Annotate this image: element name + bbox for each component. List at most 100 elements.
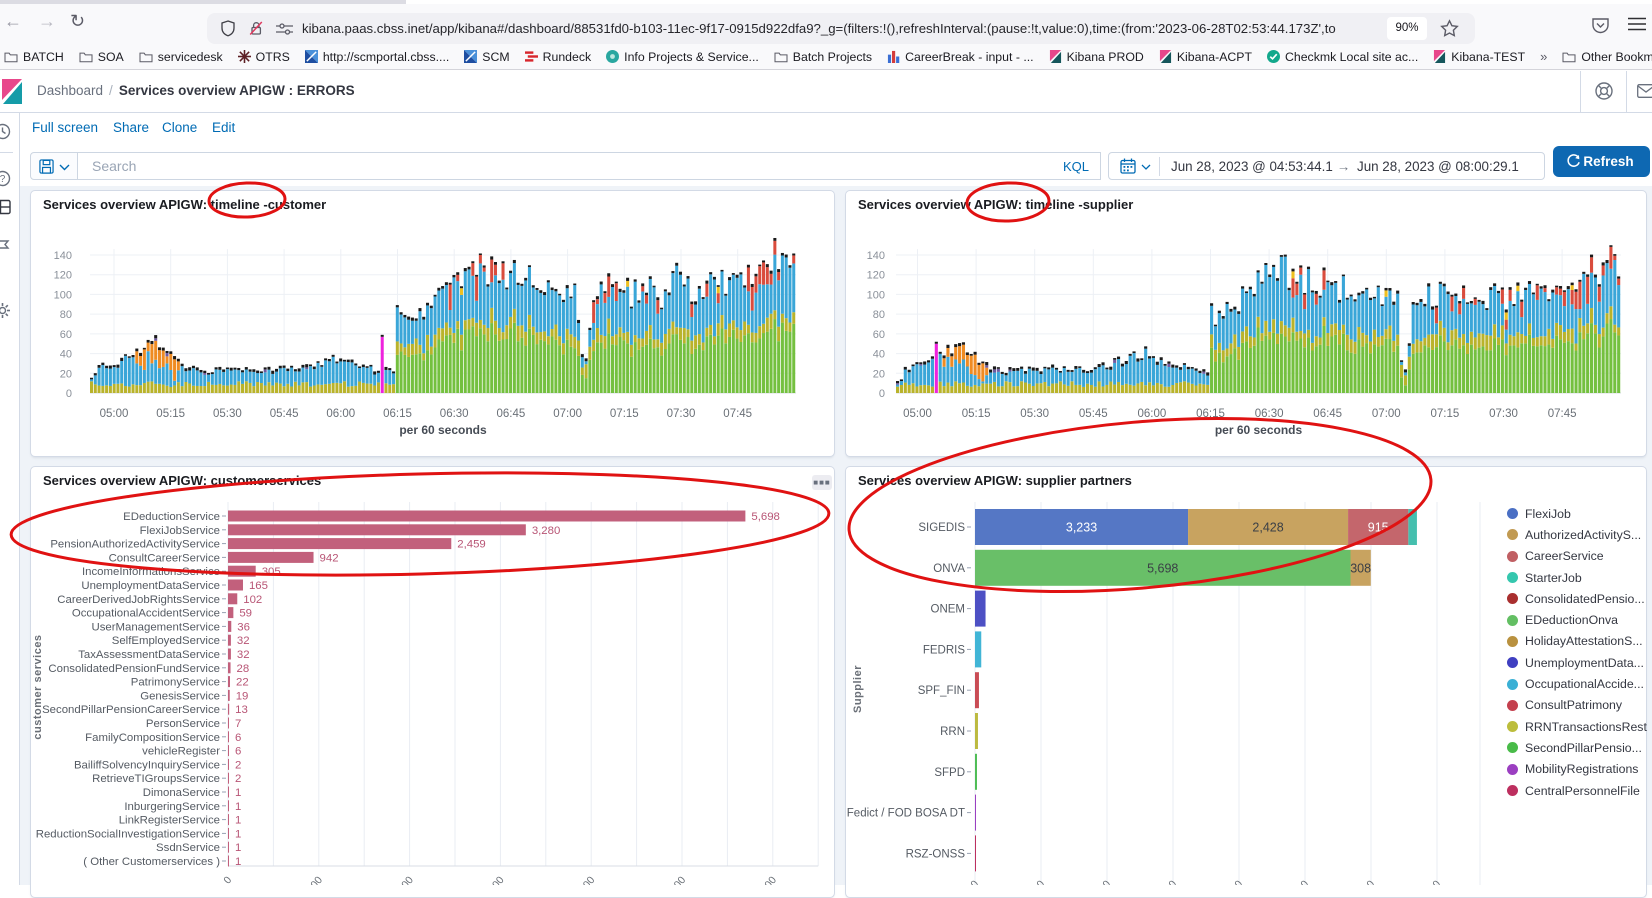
legend-dot bbox=[1507, 529, 1518, 540]
date-picker[interactable]: Jun 28, 2023 @ 04:53:44.1 → Jun 28, 2023… bbox=[1108, 152, 1545, 180]
panel-timeline-supplier: Services overview APIGW: timeline -suppl… bbox=[845, 190, 1647, 457]
bookmark-item[interactable]: BATCH bbox=[4, 50, 64, 64]
breadcrumb-current: Services overview APIGW : ERRORS bbox=[119, 83, 355, 98]
legend-dot bbox=[1507, 615, 1518, 626]
bookmark-item[interactable]: Checkmk Local site ac... bbox=[1267, 50, 1418, 64]
legend-item[interactable]: MobilityRegistrations bbox=[1507, 759, 1647, 780]
refresh-icon bbox=[1566, 154, 1581, 169]
bookmark-item[interactable]: Kibana PROD bbox=[1049, 50, 1144, 64]
bookmark-item[interactable]: OTRS bbox=[238, 50, 290, 64]
url-bar[interactable]: kibana.paas.cbss.inet/app/kibana#/dashbo… bbox=[207, 13, 1475, 44]
legend-item[interactable]: ConsultPatrimony bbox=[1507, 695, 1647, 716]
legend-dot bbox=[1507, 785, 1518, 796]
breadcrumb-dashboard[interactable]: Dashboard bbox=[37, 83, 103, 98]
legend-item[interactable]: ConsolidatedPensio... bbox=[1507, 588, 1647, 609]
panel-title[interactable]: Services overview APIGW: timeline -custo… bbox=[43, 197, 326, 212]
gear-icon[interactable] bbox=[0, 302, 11, 319]
time-from[interactable]: Jun 28, 2023 @ 04:53:44.1 bbox=[1171, 159, 1333, 174]
folder-icon bbox=[139, 51, 153, 63]
legend-dot bbox=[1507, 764, 1518, 775]
legend-dot bbox=[1507, 551, 1518, 562]
reload-icon[interactable]: ↻ bbox=[70, 11, 85, 32]
panel-options-icon[interactable]: ■■■ bbox=[812, 475, 832, 490]
back-icon[interactable]: ← bbox=[4, 11, 22, 32]
search-input[interactable] bbox=[77, 152, 1101, 180]
legend-dot bbox=[1507, 721, 1518, 732]
legend-item[interactable]: OccupationalAccide... bbox=[1507, 673, 1647, 694]
menu-icon[interactable] bbox=[1628, 17, 1646, 31]
lock-disabled-icon[interactable] bbox=[248, 20, 264, 37]
pocket-icon[interactable] bbox=[1590, 15, 1611, 36]
scm-icon bbox=[305, 50, 318, 63]
legend-item[interactable]: AuthorizedActivityS... bbox=[1507, 524, 1647, 545]
save-icon bbox=[39, 159, 54, 174]
kql-button[interactable]: KQL bbox=[1063, 159, 1089, 174]
info-icon bbox=[606, 50, 619, 63]
time-to[interactable]: Jun 28, 2023 @ 08:00:29.1 bbox=[1357, 159, 1519, 174]
recent-icon[interactable] bbox=[0, 123, 11, 140]
legend-item[interactable]: CareerService bbox=[1507, 546, 1647, 567]
bookmark-item[interactable]: servicedesk bbox=[139, 50, 223, 64]
edit-link[interactable]: Edit bbox=[212, 120, 235, 135]
newsfeed-icon[interactable] bbox=[1637, 84, 1652, 98]
forward-icon[interactable]: → bbox=[38, 11, 56, 32]
bookmark-item[interactable]: CareerBreak - input - ... bbox=[887, 50, 1033, 64]
zoom-level-badge[interactable]: 90% bbox=[1387, 17, 1427, 40]
help-icon[interactable] bbox=[1594, 81, 1614, 101]
legend-item[interactable]: FlexiJob bbox=[1507, 503, 1647, 524]
bookmark-item[interactable]: Kibana-ACPT bbox=[1159, 50, 1252, 64]
canvas-icon[interactable] bbox=[0, 239, 11, 256]
chart-legend: FlexiJobAuthorizedActivityS...CareerServ… bbox=[1507, 503, 1647, 801]
bookmark-star-icon[interactable] bbox=[1440, 19, 1459, 38]
panel-title[interactable]: Services overview APIGW: supplier partne… bbox=[858, 473, 1132, 488]
other-bookmarks[interactable]: Other Bookmarks bbox=[1562, 50, 1652, 64]
shield-icon[interactable] bbox=[220, 20, 236, 37]
legend-item[interactable]: SecondPillarPensio... bbox=[1507, 737, 1647, 758]
legend-item[interactable]: RRNTransactionsRest bbox=[1507, 716, 1647, 737]
legend-item[interactable]: HolidayAttestationS... bbox=[1507, 631, 1647, 652]
legend-dot bbox=[1507, 679, 1518, 690]
share-link[interactable]: Share bbox=[113, 120, 149, 135]
bookmark-item[interactable]: Info Projects & Service... bbox=[606, 50, 759, 64]
careerbreak-icon bbox=[887, 50, 900, 63]
bookmark-item[interactable]: http://scmportal.cbss.... bbox=[305, 50, 449, 64]
visualize-icon[interactable]: ? bbox=[0, 170, 11, 187]
tracking-settings-icon[interactable] bbox=[276, 23, 293, 35]
bookmark-item[interactable]: Kibana-TEST bbox=[1433, 50, 1525, 64]
bookmarks-bar: BATCH SOA servicedesk OTRS http://scmportal.… bbox=[0, 44, 1652, 70]
clone-link[interactable]: Clone bbox=[162, 120, 197, 135]
browser-toolbar: ← → ↻ kibana.paas.cbss.inet/app/kibana#/… bbox=[0, 4, 1652, 44]
legend-dot bbox=[1507, 508, 1518, 519]
query-bar: KQL Jun 28, 2023 @ 04:53:44.1 → Jun 28, … bbox=[0, 143, 1652, 190]
legend-dot bbox=[1507, 742, 1518, 753]
svg-text:?: ? bbox=[0, 174, 6, 185]
bookmark-item[interactable]: SOA bbox=[79, 50, 124, 64]
kibana-icon bbox=[1159, 50, 1172, 63]
legend-item[interactable]: EDeductionOnva bbox=[1507, 609, 1647, 630]
bookmark-item[interactable]: Batch Projects bbox=[774, 50, 872, 64]
checkmk-icon bbox=[1267, 50, 1280, 63]
otrs-icon bbox=[238, 50, 251, 63]
chevron-down-icon bbox=[1141, 164, 1151, 170]
legend-item[interactable]: UnemploymentData... bbox=[1507, 652, 1647, 673]
legend-dot bbox=[1507, 593, 1518, 604]
full-screen-link[interactable]: Full screen bbox=[32, 120, 98, 135]
bookmark-item[interactable]: Rundeck bbox=[525, 50, 592, 64]
refresh-button[interactable]: Refresh bbox=[1553, 146, 1650, 177]
y-axis-title: Supplier bbox=[852, 634, 864, 744]
folder-icon bbox=[4, 51, 18, 63]
panel-title[interactable]: Services overview APIGW: timeline -suppl… bbox=[858, 197, 1133, 212]
bookmark-item[interactable]: SCM bbox=[464, 50, 509, 64]
dashboard-app-icon[interactable] bbox=[0, 199, 11, 216]
panel-supplier-partners: Services overview APIGW: supplier partne… bbox=[845, 466, 1647, 898]
panel-title[interactable]: Services overview APIGW: customerservice… bbox=[43, 473, 321, 488]
kibana-logo[interactable] bbox=[0, 79, 24, 104]
legend-item[interactable]: CentralPersonnelFile bbox=[1507, 780, 1647, 801]
legend-dot bbox=[1507, 636, 1518, 647]
y-axis-title: customer services bbox=[32, 632, 44, 742]
saved-query-button[interactable] bbox=[30, 152, 78, 180]
time-range-arrow: → bbox=[1337, 159, 1350, 174]
bookmarks-overflow-chevron[interactable]: » bbox=[1540, 49, 1547, 64]
legend-item[interactable]: StarterJob bbox=[1507, 567, 1647, 588]
calendar-icon[interactable] bbox=[1120, 158, 1136, 174]
